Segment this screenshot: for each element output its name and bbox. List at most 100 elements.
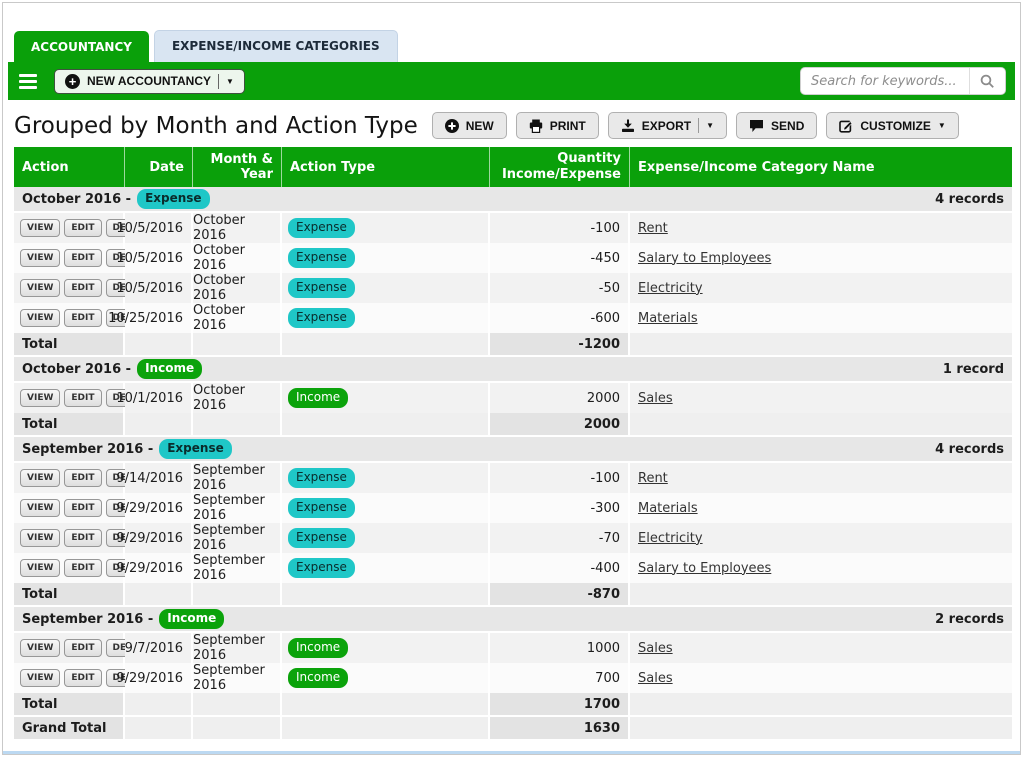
- view-button[interactable]: VIEW: [20, 469, 60, 487]
- table-row: VIEW EDIT DEL 9/14/2016 September 2016 E…: [14, 463, 1012, 493]
- edit-button[interactable]: EDIT: [64, 279, 101, 297]
- edit-button[interactable]: EDIT: [64, 669, 101, 687]
- total-value: 2000: [490, 413, 630, 437]
- app-window: ACCOUNTANCY EXPENSE/INCOME CATEGORIES + …: [2, 2, 1021, 755]
- column-header-category-name: Expense/Income Category Name: [630, 147, 1012, 187]
- category-link[interactable]: Salary to Employees: [638, 561, 771, 576]
- report-header: Grouped by Month and Action Type NEW PRI…: [3, 100, 1020, 147]
- new-accountancy-button[interactable]: + NEW ACCOUNTANCY ▼: [54, 69, 245, 94]
- cell-date: 9/14/2016: [125, 463, 193, 495]
- edit-button[interactable]: EDIT: [64, 309, 101, 327]
- category-link[interactable]: Rent: [638, 471, 668, 486]
- grand-total-row: Grand Total 1630: [14, 717, 1012, 741]
- view-button[interactable]: VIEW: [20, 529, 60, 547]
- edit-square-icon: [839, 119, 853, 133]
- cell-month-year: October 2016: [193, 243, 282, 275]
- category-link[interactable]: Sales: [638, 641, 673, 656]
- customize-button[interactable]: CUSTOMIZE ▼: [826, 112, 958, 139]
- search-input[interactable]: [801, 74, 969, 89]
- category-link[interactable]: Sales: [638, 391, 673, 406]
- cell-quantity: -300: [490, 493, 630, 525]
- action-type-badge: Income: [288, 668, 348, 687]
- print-button[interactable]: PRINT: [516, 112, 599, 139]
- cell-quantity: -100: [490, 213, 630, 245]
- tab-expense-income-categories[interactable]: EXPENSE/INCOME CATEGORIES: [154, 30, 398, 62]
- magnifier-icon: [980, 74, 995, 89]
- edit-button[interactable]: EDIT: [64, 529, 101, 547]
- view-button[interactable]: VIEW: [20, 559, 60, 577]
- group-title-text: September 2016 -: [22, 612, 153, 627]
- search-button[interactable]: [969, 67, 1005, 95]
- cell-date: 9/29/2016: [125, 523, 193, 555]
- edit-button[interactable]: EDIT: [64, 219, 101, 237]
- view-button[interactable]: VIEW: [20, 389, 60, 407]
- view-button[interactable]: VIEW: [20, 279, 60, 297]
- group-type-badge: Expense: [137, 189, 210, 208]
- view-button[interactable]: VIEW: [20, 499, 60, 517]
- view-button[interactable]: VIEW: [20, 309, 60, 327]
- total-label: Total: [14, 413, 125, 437]
- record-group: September 2016 - Income 2 records VIEW E…: [14, 607, 1012, 717]
- category-link[interactable]: Materials: [638, 311, 698, 326]
- group-title-text: October 2016 -: [22, 192, 131, 207]
- edit-button[interactable]: EDIT: [64, 249, 101, 267]
- table-row: VIEW EDIT DEL 10/5/2016 October 2016 Exp…: [14, 243, 1012, 273]
- category-link[interactable]: Salary to Employees: [638, 251, 771, 266]
- total-value: -870: [490, 583, 630, 607]
- category-link[interactable]: Sales: [638, 671, 673, 686]
- total-value: 1700: [490, 693, 630, 717]
- cell-month-year: October 2016: [193, 213, 282, 245]
- group-title-text: October 2016 -: [22, 362, 131, 377]
- category-link[interactable]: Electricity: [638, 531, 703, 546]
- view-button[interactable]: VIEW: [20, 219, 60, 237]
- cell-quantity: 2000: [490, 383, 630, 415]
- cell-quantity: -100: [490, 463, 630, 495]
- view-button[interactable]: VIEW: [20, 669, 60, 687]
- table-row: VIEW EDIT DEL 10/25/2016 October 2016 Ex…: [14, 303, 1012, 333]
- grand-total-label: Grand Total: [14, 717, 125, 741]
- column-header-action-type: Action Type: [282, 147, 490, 187]
- table-row: VIEW EDIT DEL 10/1/2016 October 2016 Inc…: [14, 383, 1012, 413]
- tab-accountancy[interactable]: ACCOUNTANCY: [14, 31, 149, 62]
- cell-quantity: -400: [490, 553, 630, 585]
- table-header-row: Action Date Month & Year Action Type Qua…: [14, 147, 1012, 187]
- group-record-count: 2 records: [935, 612, 1004, 627]
- cell-date: 9/29/2016: [125, 493, 193, 525]
- button-divider: [218, 74, 219, 89]
- view-button[interactable]: VIEW: [20, 639, 60, 657]
- category-link[interactable]: Materials: [638, 501, 698, 516]
- total-label: Total: [14, 693, 125, 717]
- page-title: Grouped by Month and Action Type: [14, 113, 418, 139]
- tab-bar: ACCOUNTANCY EXPENSE/INCOME CATEGORIES: [3, 3, 1020, 62]
- edit-button[interactable]: EDIT: [64, 469, 101, 487]
- table-row: VIEW EDIT DEL 10/5/2016 October 2016 Exp…: [14, 273, 1012, 303]
- category-link[interactable]: Electricity: [638, 281, 703, 296]
- cell-date: 9/29/2016: [125, 663, 193, 695]
- new-accountancy-label: NEW ACCOUNTANCY: [87, 74, 211, 88]
- group-record-count: 1 record: [943, 362, 1004, 377]
- send-button[interactable]: SEND: [736, 112, 817, 139]
- total-label: Total: [14, 583, 125, 607]
- edit-button[interactable]: EDIT: [64, 559, 101, 577]
- category-link[interactable]: Rent: [638, 221, 668, 236]
- edit-button[interactable]: EDIT: [64, 499, 101, 517]
- cell-date: 9/7/2016: [125, 633, 193, 665]
- view-button[interactable]: VIEW: [20, 249, 60, 267]
- new-record-button[interactable]: NEW: [432, 112, 507, 139]
- table-row: VIEW EDIT DEL 9/29/2016 September 2016 E…: [14, 493, 1012, 523]
- cell-month-year: September 2016: [193, 553, 282, 585]
- hamburger-menu-icon[interactable]: [17, 72, 39, 91]
- record-group: October 2016 - Expense 4 records VIEW ED…: [14, 187, 1012, 357]
- group-type-badge: Income: [137, 359, 202, 378]
- total-label: Total: [14, 333, 125, 357]
- export-button[interactable]: EXPORT ▼: [608, 112, 727, 139]
- edit-button[interactable]: EDIT: [64, 639, 101, 657]
- edit-button[interactable]: EDIT: [64, 389, 101, 407]
- group-type-badge: Income: [159, 609, 224, 628]
- cell-quantity: 1000: [490, 633, 630, 665]
- group-title-text: September 2016 -: [22, 442, 153, 457]
- group-total-row: Total -870: [14, 583, 1012, 607]
- group-header: October 2016 - Income 1 record: [14, 357, 1012, 383]
- group-record-count: 4 records: [935, 192, 1004, 207]
- cell-date: 10/5/2016: [125, 243, 193, 275]
